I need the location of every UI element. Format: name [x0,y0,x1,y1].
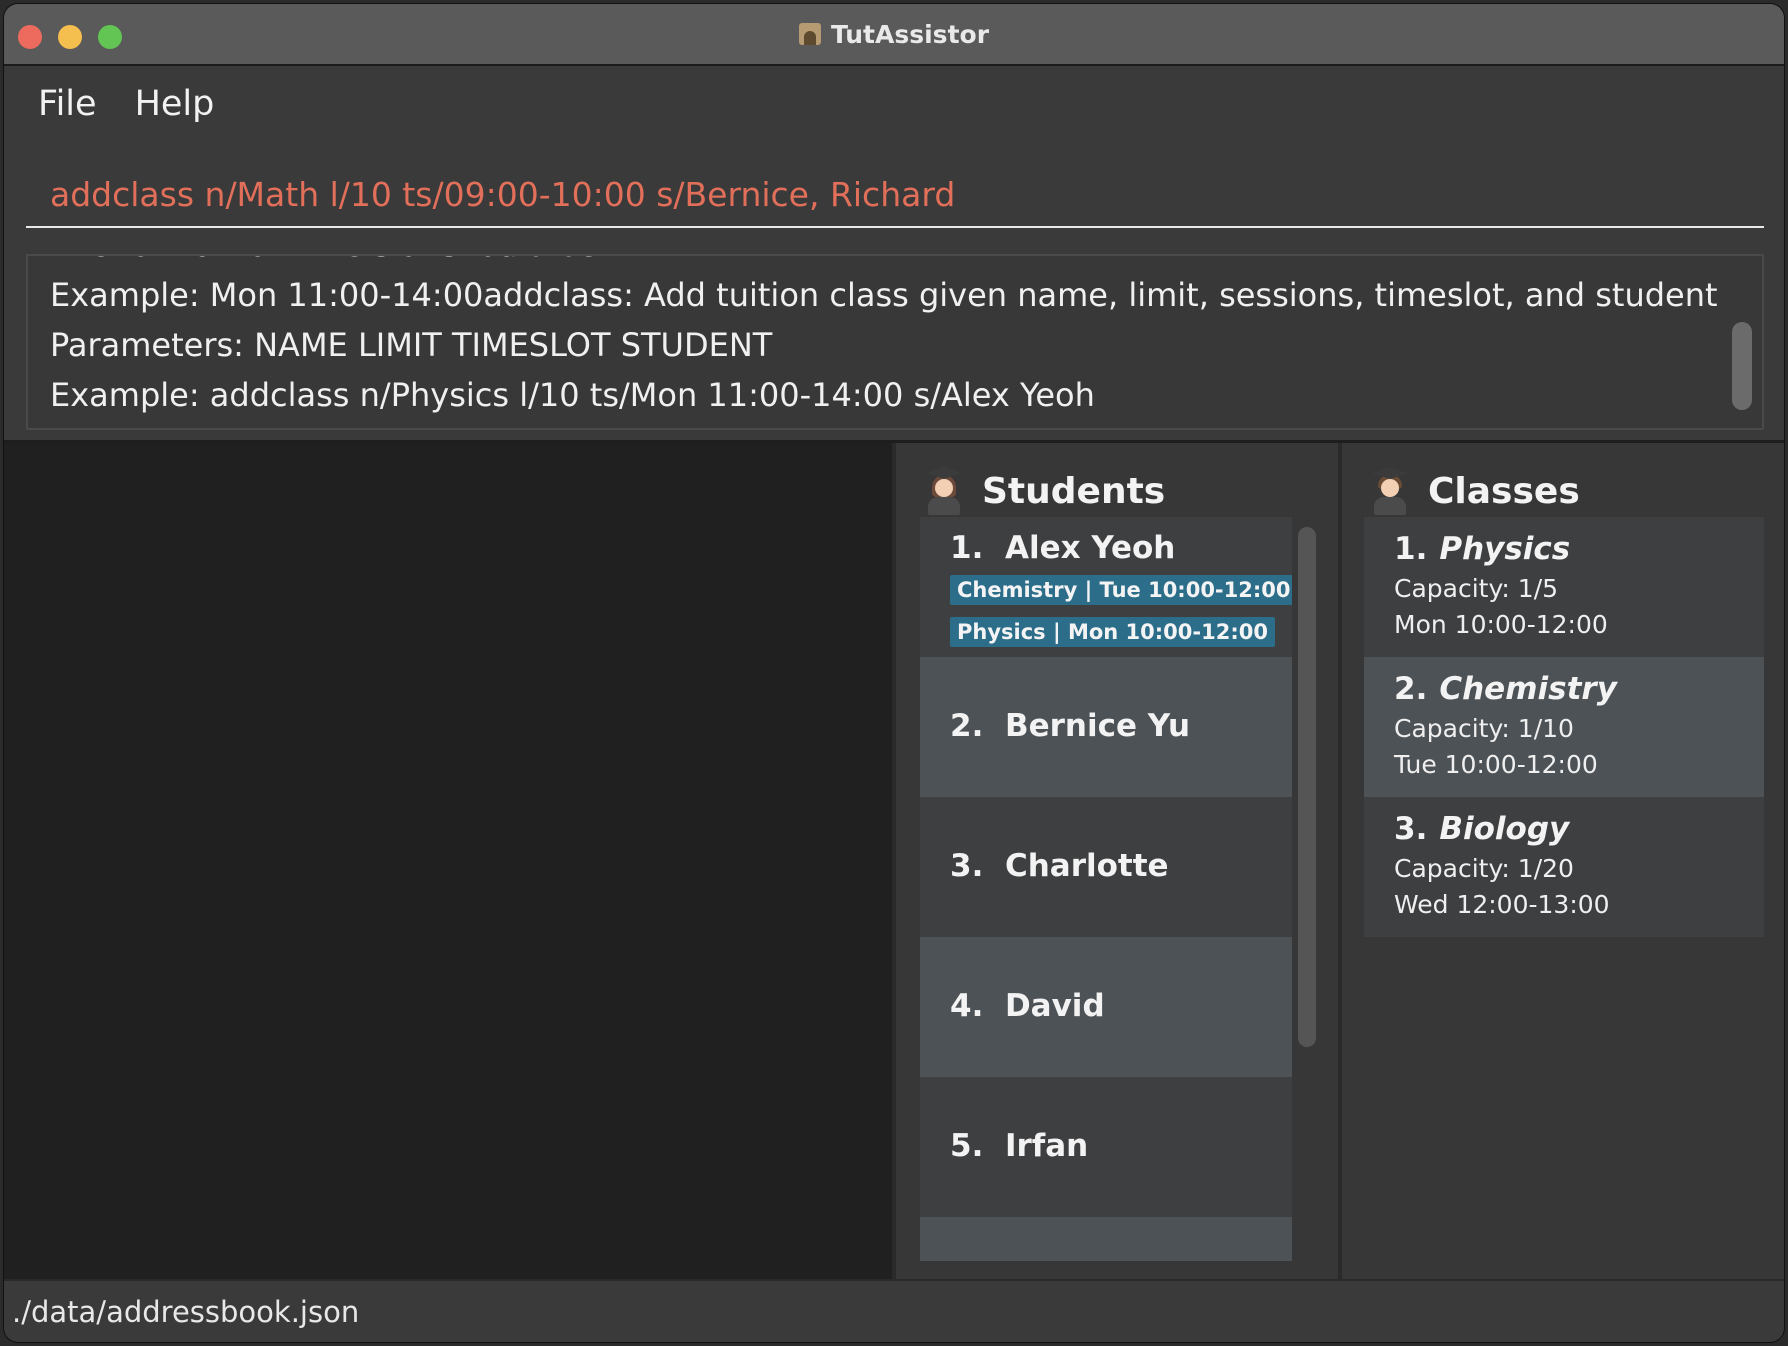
student-card[interactable]: 5. Irfan [920,1077,1292,1217]
students-title: Students [982,470,1166,512]
empty-left-panel [4,443,892,1279]
classes-title: Classes [1428,470,1580,512]
app-window: TutAssistor File Help addclass n/Math l/… [4,4,1784,1342]
title-bar: TutAssistor [4,4,1784,66]
result-text: The format for time slot should be WWW H… [50,256,1718,420]
data-file-path: ./data/addressbook.json [12,1295,360,1329]
class-card[interactable]: 1. Physics Capacity: 1/5 Mon 10:00-12:00 [1364,517,1764,657]
class-card[interactable]: 3. Biology Capacity: 1/20 Wed 12:00-13:00 [1364,797,1764,937]
result-scrollbar[interactable] [1732,322,1752,410]
teacher-avatar-icon [1370,467,1410,515]
result-line: Example: addclass n/Physics l/10 ts/Mon … [50,376,1095,414]
class-tag: Physics | Mon 10:00-12:00 [950,617,1275,647]
class-list[interactable]: 1. Physics Capacity: 1/5 Mon 10:00-12:00 … [1364,517,1764,937]
result-display[interactable]: The format for time slot should be WWW H… [26,254,1764,430]
window-title: TutAssistor [830,19,990,49]
student-name: 5. Irfan [950,1128,1089,1164]
class-title: 1. Physics [1394,531,1571,567]
result-line: Example: Mon 11:00-14:00addclass: Add tu… [50,276,1718,314]
student-name: 1. Alex Yeoh [950,530,1176,566]
result-area: The format for time slot should be WWW H… [4,242,1784,440]
student-card[interactable]: 4. David [920,937,1292,1077]
students-panel: Students 1. Alex Yeoh Chemistry | Tue 10… [896,443,1338,1279]
class-title: 2. Chemistry [1394,671,1617,707]
scrollbar-thumb[interactable] [1298,527,1316,1047]
student-card-partial[interactable] [920,1217,1292,1261]
command-area: addclass n/Math l/10 ts/09:00-10:00 s/Be… [4,142,1784,242]
student-avatar-icon [924,467,964,515]
student-name: 3. Charlotte [950,848,1169,884]
students-header: Students [924,463,1165,519]
class-title: 3. Biology [1394,811,1570,847]
result-line: The format for time slot should be WWW H… [50,256,1718,270]
student-name: 2. Bernice Yu [950,708,1191,744]
window-title-group: TutAssistor [4,4,1784,64]
classes-header: Classes [1370,463,1580,519]
student-list[interactable]: 1. Alex Yeoh Chemistry | Tue 10:00-12:00… [920,517,1292,1261]
menu-help[interactable]: Help [117,84,235,124]
class-capacity: Capacity: 1/10 [1394,714,1574,743]
student-name: 4. David [950,988,1105,1024]
classes-panel: Classes 1. Physics Capacity: 1/5 Mon 10:0… [1342,443,1784,1279]
app-icon [798,23,821,45]
result-line: Parameters: NAME LIMIT TIMESLOT STUDENT [50,326,773,364]
class-capacity: Capacity: 1/5 [1394,574,1559,603]
class-timeslot: Tue 10:00-12:00 [1394,750,1598,779]
menu-bar: File Help [4,66,1784,142]
class-capacity: Capacity: 1/20 [1394,854,1574,883]
class-timeslot: Mon 10:00-12:00 [1394,610,1608,639]
class-card[interactable]: 2. Chemistry Capacity: 1/10 Tue 10:00-12:… [1364,657,1764,797]
status-bar: ./data/addressbook.json [4,1279,1784,1342]
class-timeslot: Wed 12:00-13:00 [1394,890,1610,919]
student-list-scrollbar[interactable] [1298,527,1316,1047]
student-card[interactable]: 1. Alex Yeoh Chemistry | Tue 10:00-12:00… [920,517,1292,657]
command-input[interactable]: addclass n/Math l/10 ts/09:00-10:00 s/Be… [26,162,1764,228]
student-card[interactable]: 3. Charlotte [920,797,1292,937]
student-card[interactable]: 2. Bernice Yu [920,657,1292,797]
menu-file[interactable]: File [4,84,117,124]
class-tag: Chemistry | Tue 10:00-12:00 [950,575,1292,605]
